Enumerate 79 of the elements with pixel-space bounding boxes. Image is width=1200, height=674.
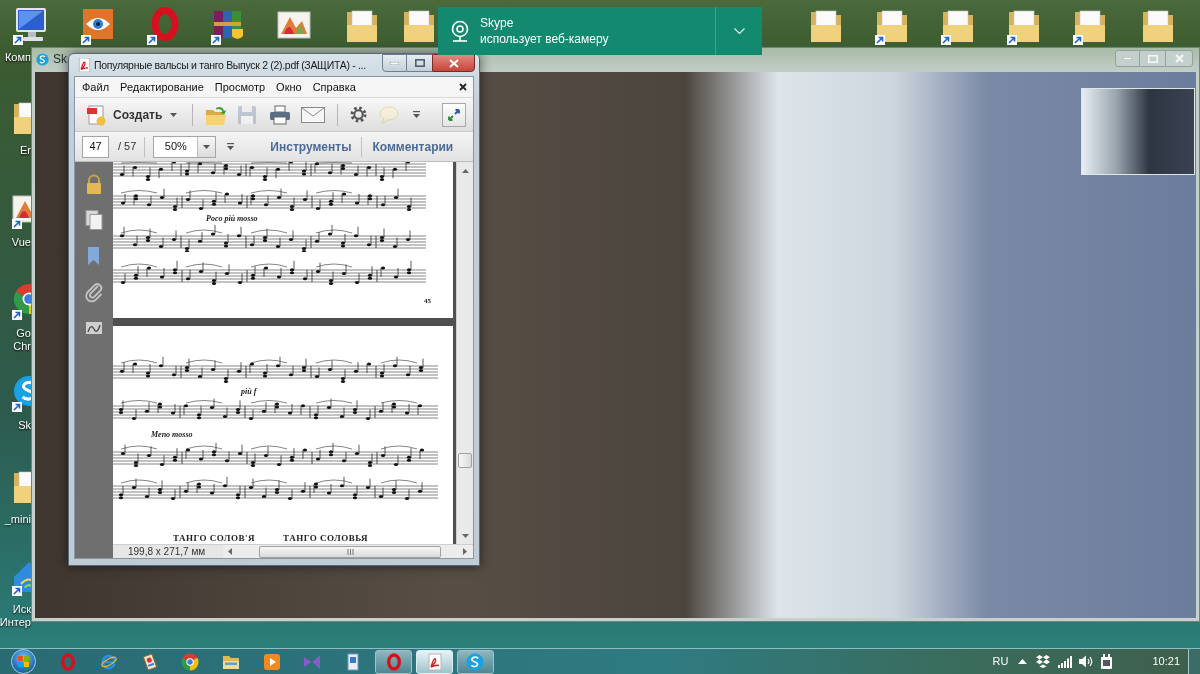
- page-number-field[interactable]: 47: [82, 135, 109, 158]
- lock-icon[interactable]: [84, 173, 104, 195]
- expand-icon[interactable]: [447, 107, 461, 122]
- close-icon[interactable]: [459, 83, 467, 91]
- scroll-right-icon[interactable]: [463, 548, 467, 555]
- zoom-combobox[interactable]: 50%: [153, 135, 217, 158]
- caret-icon[interactable]: [227, 143, 235, 150]
- chevron-down-icon[interactable]: [733, 28, 745, 34]
- clock-time[interactable]: 10:21: [1152, 655, 1180, 668]
- e-logo-icon[interactable]: [100, 652, 119, 671]
- pane-button[interactable]: Инструменты: [270, 137, 352, 156]
- piece-title: ТАНГО СОЛОВ'Я: [173, 533, 256, 544]
- maximize-button[interactable]: [407, 54, 432, 72]
- window-title: Популярные вальсы и танго Выпуск 2 (2).pdf (ЗАЩИТА) - ...: [94, 58, 366, 72]
- pages-icon[interactable]: [84, 209, 104, 231]
- shortcut-label[interactable]: Go Chr: [13, 327, 31, 353]
- shortcut-label[interactable]: Vue: [11, 236, 31, 249]
- create-button[interactable]: Создать: [83, 101, 181, 128]
- language-button[interactable]: RU: [992, 655, 1009, 668]
- tricolor-circle-icon[interactable]: [181, 652, 200, 671]
- scroll-left-icon[interactable]: [228, 548, 232, 555]
- close-button[interactable]: [432, 54, 475, 72]
- printer-icon[interactable]: [269, 104, 292, 125]
- shortcut-label[interactable]: Иск Интер: [0, 603, 31, 629]
- scroll-down-icon[interactable]: [461, 533, 469, 538]
- paperclip-icon[interactable]: [84, 281, 104, 303]
- menu-item[interactable]: Редактирование: [120, 80, 204, 94]
- vertical-scrollbar[interactable]: [456, 162, 473, 544]
- shortcut-label[interactable]: Er: [20, 144, 31, 157]
- scrollbar-thumb[interactable]: [259, 545, 441, 558]
- window-title: Sk: [53, 52, 67, 67]
- s-logo-icon[interactable]: [466, 652, 485, 671]
- plug-icon[interactable]: [1100, 654, 1114, 669]
- start-button[interactable]: [11, 649, 36, 674]
- dropdown-button[interactable]: [197, 136, 216, 157]
- scrollbar-thumb[interactable]: [458, 453, 472, 468]
- menu-item[interactable]: Окно: [276, 80, 302, 94]
- caret-icon[interactable]: [413, 111, 421, 118]
- speaker-icon[interactable]: [1079, 655, 1094, 668]
- caret-icon[interactable]: [203, 144, 211, 149]
- document-icon[interactable]: [86, 103, 106, 126]
- maximize-button[interactable]: [1140, 50, 1165, 67]
- menu-item[interactable]: Файл: [82, 80, 110, 94]
- shortcut-label[interactable]: _mini: [4, 513, 31, 526]
- tempo-marking: Poco più mosso: [206, 214, 258, 224]
- signal-icon[interactable]: [1058, 655, 1073, 668]
- chevron-up-icon[interactable]: [1018, 659, 1028, 664]
- eye-icon[interactable]: [80, 6, 116, 46]
- play-icon[interactable]: [262, 652, 281, 671]
- pane-button[interactable]: Комментарии: [372, 137, 454, 156]
- show-desktop-button[interactable]: [1188, 649, 1200, 674]
- dynamic-marking: più f: [241, 387, 257, 397]
- page-size-label: 199,8 x 271,7 мм: [127, 545, 207, 558]
- minimize-button[interactable]: [382, 54, 407, 72]
- monitor-icon[interactable]: [12, 6, 48, 46]
- notification-message: использует веб-камеру: [480, 31, 610, 47]
- webcam-icon[interactable]: [450, 20, 470, 42]
- piece-title: ТАНГО СОЛОВЬЯ: [283, 533, 369, 544]
- settings-icon[interactable]: [350, 106, 368, 123]
- pdf-icon[interactable]: [425, 652, 444, 671]
- tempo-marking: Meno mosso: [151, 430, 193, 440]
- caret-icon[interactable]: [170, 112, 178, 117]
- taskbar-button[interactable]: [456, 649, 494, 674]
- shortcut-label[interactable]: Sk: [18, 419, 31, 432]
- menu-item[interactable]: Просмотр: [214, 80, 266, 94]
- grip-icon[interactable]: [346, 548, 354, 555]
- pdf-icon[interactable]: [78, 58, 91, 72]
- shortcut-label[interactable]: Комп: [4, 51, 31, 64]
- horizontal-scrollbar[interactable]: [223, 545, 473, 558]
- expand-button[interactable]: [442, 102, 466, 127]
- page-count: / 57: [118, 139, 137, 155]
- scroll-up-icon[interactable]: [461, 168, 469, 173]
- notification-toast[interactable]: Skype использует веб-камеру: [438, 7, 762, 55]
- notification-title: Skype: [480, 15, 515, 31]
- menu-item[interactable]: Справка: [312, 80, 356, 94]
- envelope-icon[interactable]: [301, 106, 326, 123]
- maximize-icon[interactable]: [414, 59, 425, 67]
- diamonds-icon[interactable]: [1036, 655, 1051, 668]
- taskbar-button[interactable]: [375, 649, 413, 674]
